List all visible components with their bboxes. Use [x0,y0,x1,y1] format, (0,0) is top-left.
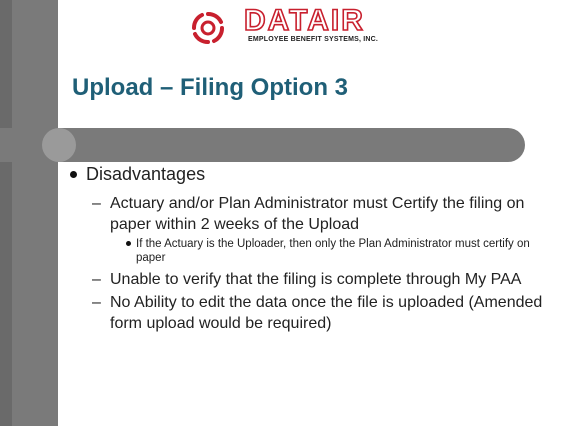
sub-bullet-text: Actuary and/or Plan Administrator must C… [110,195,525,233]
dash-marker: – [92,271,101,288]
sub-sub-bullet-text: If the Actuary is the Uploader, then onl… [136,238,530,264]
datair-logo: DATAIR EMPLOYEE BENEFIT SYSTEMS, INC. [188,4,438,50]
title-underline-bar [0,128,525,162]
sub-bullet-text: Unable to verify that the filing is comp… [110,271,522,288]
bullet-disadvantages: Disadvantages [70,164,550,185]
datair-swirl-logo-icon [192,12,224,44]
sub-bullet-verify: – Unable to verify that the filing is co… [70,269,550,290]
title-bar-cap [42,128,76,162]
sub-bullet-edit: – No Ability to edit the data once the f… [70,292,550,334]
slide-title: Upload – Filing Option 3 [72,74,348,101]
left-bar-edge [0,0,12,426]
bullet-dot [70,171,77,178]
dash-marker: – [92,195,101,212]
sub-bullet-certify: – Actuary and/or Plan Administrator must… [70,193,550,235]
logo-subtitle: EMPLOYEE BENEFIT SYSTEMS, INC. [248,36,379,43]
sub-sub-bullet-uploader: If the Actuary is the Uploader, then onl… [70,237,550,265]
sub-bullet-text: No Ability to edit the data once the fil… [110,294,543,332]
slide-content: Disadvantages – Actuary and/or Plan Admi… [70,164,550,336]
bullet-text: Disadvantages [86,164,206,184]
datair-wordmark: DATAIR [244,4,365,34]
logo-wordmark-text: DATAIR [244,4,365,34]
small-bullet-dot [126,241,131,246]
dash-marker: – [92,294,101,311]
